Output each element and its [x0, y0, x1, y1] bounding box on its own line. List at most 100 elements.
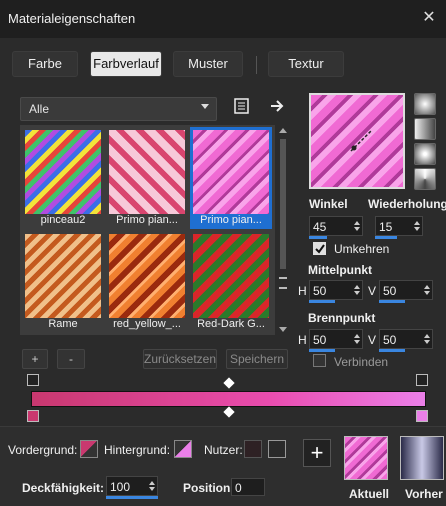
gallery-item-label: Primo pian... [200, 214, 262, 226]
radial-style-icon[interactable] [414, 168, 436, 190]
gallery-item[interactable]: Primo pian... [190, 127, 272, 229]
center-h-spinner[interactable]: 50 [309, 280, 363, 300]
gallery-item-label: Red-Dark G... [197, 318, 265, 330]
link-label: Verbinden [334, 355, 389, 369]
spin-up-icon[interactable] [149, 481, 155, 485]
link-checkbox[interactable] [313, 354, 326, 367]
angle-value: 45 [313, 220, 327, 234]
title-bar: Materialeigenschaften ✕ [0, 0, 446, 38]
center-v-value: 50 [383, 284, 397, 298]
repeat-spinner[interactable]: 15 [375, 216, 423, 236]
linear-style-icon[interactable] [414, 93, 436, 115]
opacity-stop-right[interactable] [416, 374, 428, 386]
thumbnail [25, 234, 101, 318]
repeat-value: 15 [379, 220, 393, 234]
spin-up-icon[interactable] [354, 285, 360, 289]
focus-h-spinner[interactable]: 50 [309, 329, 363, 349]
spin-down-icon[interactable] [424, 291, 430, 295]
sunburst-style-icon[interactable] [414, 143, 436, 165]
repeat-slider-fill[interactable] [375, 236, 397, 239]
spin-down-icon[interactable] [149, 487, 155, 491]
focus-h-value: 50 [313, 333, 327, 347]
reset-button[interactable]: Zurücksetzen [143, 349, 217, 369]
spin-up-icon[interactable] [354, 221, 360, 225]
spin-up-icon[interactable] [424, 334, 430, 338]
user-swatch-2[interactable] [268, 440, 286, 458]
center-h-slider-fill[interactable] [309, 300, 335, 303]
spin-up-icon[interactable] [354, 334, 360, 338]
gallery-item[interactable]: pinceau2 [22, 127, 104, 229]
previous-preview[interactable] [400, 436, 444, 480]
gallery-item-label: Primo pian... [116, 214, 178, 226]
angle-slider-fill[interactable] [309, 236, 327, 239]
user-swatch-1[interactable] [244, 440, 262, 458]
position-label: Position: [183, 481, 235, 495]
angle-spinner[interactable]: 45 [309, 216, 363, 236]
library-icon[interactable] [233, 97, 251, 115]
focus-v-slider-fill[interactable] [379, 349, 405, 352]
focus-v-spinner[interactable]: 50 [379, 329, 433, 349]
opacity-midpoint[interactable] [223, 377, 235, 389]
add-swatch-button[interactable]: + [303, 439, 331, 467]
thumbnail [109, 130, 185, 214]
position-input[interactable]: 0 [231, 478, 265, 496]
spin-down-icon[interactable] [424, 340, 430, 344]
gallery-item[interactable]: Red-Dark G... [190, 231, 272, 333]
background-swatch[interactable] [174, 440, 192, 458]
gallery-scrollbar[interactable] [276, 125, 290, 335]
remove-gradient-button[interactable]: - [57, 349, 85, 369]
user-label: Nutzer: [204, 443, 243, 457]
center-v-slider-fill[interactable] [379, 300, 405, 303]
scroll-grip [279, 277, 287, 289]
spin-down-icon[interactable] [414, 227, 420, 231]
tab-textur[interactable]: Textur [268, 51, 344, 77]
spin-up-icon[interactable] [414, 221, 420, 225]
thumbnail [25, 130, 101, 214]
center-v-spinner[interactable]: 50 [379, 280, 433, 300]
rectangular-style-icon[interactable] [414, 118, 436, 140]
scroll-thumb[interactable] [280, 139, 286, 269]
center-h-label: H [298, 284, 307, 298]
arrow-right-icon[interactable] [268, 97, 286, 115]
close-icon[interactable]: ✕ [420, 9, 438, 27]
color-stop-right[interactable] [416, 410, 428, 422]
color-stop-left[interactable] [27, 410, 39, 422]
add-gradient-button[interactable]: + [22, 349, 48, 369]
foreground-swatch[interactable] [80, 440, 98, 458]
tab-muster[interactable]: Muster [173, 51, 243, 77]
spin-up-icon[interactable] [424, 285, 430, 289]
tab-farbverlauf[interactable]: Farbverlauf [90, 51, 162, 77]
save-button[interactable]: Speichern [226, 349, 288, 369]
gallery-item-label: Rame [48, 318, 78, 330]
opacity-spinner[interactable]: 100 [106, 476, 158, 496]
foreground-label: Vordergrund: [8, 443, 78, 457]
previous-label: Vorher [405, 487, 443, 501]
color-midpoint[interactable] [223, 406, 235, 418]
opacity-slider-fill[interactable] [106, 496, 158, 499]
invert-checkbox[interactable] [313, 242, 326, 255]
opacity-stop-left[interactable] [27, 374, 39, 386]
scroll-up-icon[interactable] [279, 128, 287, 133]
opacity-label: Deckfähigkeit: [22, 481, 105, 495]
spin-down-icon[interactable] [354, 340, 360, 344]
focus-h-slider-fill[interactable] [309, 349, 335, 352]
focus-v-value: 50 [383, 333, 397, 347]
gallery-item[interactable]: red_yellow_... [106, 231, 188, 333]
gradient-bar[interactable] [31, 391, 426, 407]
spin-down-icon[interactable] [354, 291, 360, 295]
gallery-item[interactable]: Primo pian... [106, 127, 188, 229]
scroll-down-icon[interactable] [279, 327, 287, 332]
category-selected: Alle [29, 102, 50, 116]
background-label: Hintergrund: [104, 443, 171, 457]
category-select[interactable]: Alle [20, 97, 217, 121]
gallery-item-label: pinceau2 [40, 214, 86, 226]
spin-down-icon[interactable] [354, 227, 360, 231]
angle-handle-icon[interactable] [349, 129, 373, 153]
tab-farbe[interactable]: Farbe [12, 51, 78, 77]
gradient-preview[interactable] [309, 93, 405, 189]
checkmark-icon [315, 244, 325, 254]
invert-label: Umkehren [334, 242, 390, 256]
gallery-item[interactable]: Rame [22, 231, 104, 333]
thumbnail [193, 130, 269, 214]
thumbnail [193, 234, 269, 318]
